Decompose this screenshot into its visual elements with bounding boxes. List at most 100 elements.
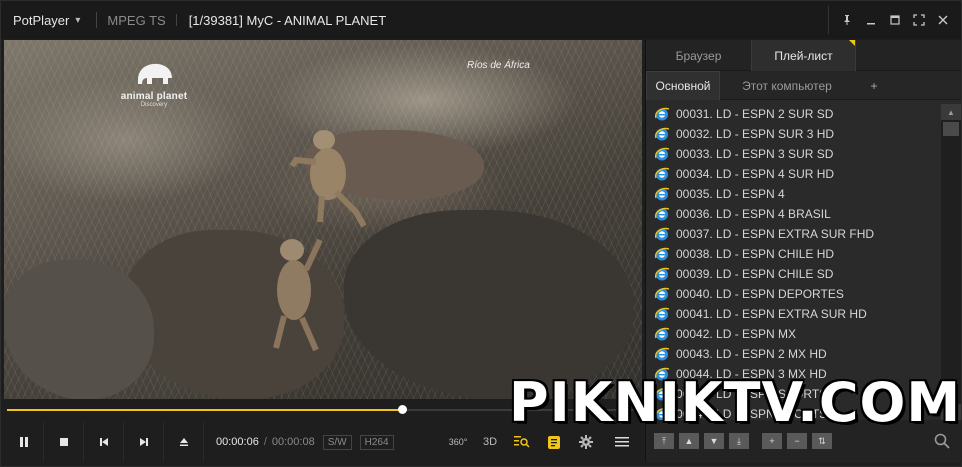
ie-icon: [655, 147, 670, 161]
player-window: PotPlayer ▾ MPEG TS [1/39381] MyC - ANIM…: [0, 0, 962, 467]
stop-button[interactable]: [44, 422, 84, 462]
list-item-label: 00032. LD - ESPN SUR 3 HD: [676, 127, 835, 141]
logo-name: animal planet: [120, 91, 188, 102]
format-label: MPEG TS: [107, 12, 166, 28]
ie-icon: [655, 247, 670, 261]
hamburger-icon: [615, 437, 629, 447]
pin-icon[interactable]: [835, 8, 859, 32]
list-item-label: 00039. LD - ESPN CHILE SD: [676, 267, 834, 281]
list-item[interactable]: 00043. LD - ESPN 2 MX HD: [646, 344, 942, 364]
previous-button[interactable]: [84, 422, 124, 462]
scroll-thumb[interactable]: [943, 122, 959, 136]
subtitle-icon: [548, 435, 560, 449]
tab-playlist[interactable]: Плей-лист: [751, 40, 856, 71]
ie-icon: [655, 347, 670, 361]
minimize-icon[interactable]: [859, 8, 883, 32]
eject-icon: [179, 438, 188, 446]
vr-360-button[interactable]: 360°: [442, 422, 474, 462]
list-item-label: 00031. LD - ESPN 2 SUR SD: [676, 107, 834, 121]
list-item[interactable]: 00035. LD - ESPN 4: [646, 184, 942, 204]
sort-icon[interactable]: ⇅: [812, 433, 832, 449]
list-item-label: 00038. LD - ESPN CHILE HD: [676, 247, 835, 261]
logo-sub: Discovery: [140, 102, 168, 108]
pause-button[interactable]: [4, 422, 44, 462]
panel-tabs: Браузер Плей-лист: [646, 40, 961, 71]
site-watermark: PIKNIKTV.COM: [509, 371, 962, 434]
channel-logo: animal planet Discovery: [114, 60, 194, 108]
list-item[interactable]: 00040. LD - ESPN DEPORTES: [646, 284, 942, 304]
eject-button[interactable]: [164, 422, 204, 462]
list-item[interactable]: 00041. LD - ESPN EXTRA SUR HD: [646, 304, 942, 324]
list-item[interactable]: 00038. LD - ESPN CHILE HD: [646, 244, 942, 264]
list-item-label: 00034. LD - ESPN 4 SUR HD: [676, 167, 835, 181]
baboon-upper: [289, 130, 367, 228]
list-item[interactable]: 00036. LD - ESPN 4 BRASIL: [646, 204, 942, 224]
list-item[interactable]: 00032. LD - ESPN SUR 3 HD: [646, 124, 942, 144]
list-item-label: 00040. LD - ESPN DEPORTES: [676, 287, 844, 301]
list-item[interactable]: 00042. LD - ESPN MX: [646, 324, 942, 344]
app-menu-button[interactable]: PotPlayer ▾: [1, 1, 90, 39]
chevron-down-icon: ▾: [75, 14, 81, 26]
add-item-icon[interactable]: +: [762, 433, 782, 449]
divider: [96, 12, 98, 28]
search-icon[interactable]: [934, 433, 950, 449]
sw-decoder-badge[interactable]: S/W: [322, 434, 352, 450]
app-name: PotPlayer: [13, 12, 70, 28]
ie-icon: [655, 307, 670, 321]
codec-badge[interactable]: H264: [359, 434, 394, 450]
ie-icon: [655, 187, 670, 201]
ie-icon: [655, 167, 670, 181]
3d-label: 3D: [482, 436, 498, 448]
divider: [175, 14, 177, 26]
move-down-icon[interactable]: ▼: [704, 433, 724, 449]
move-bottom-icon[interactable]: ⤓: [729, 433, 749, 449]
move-up-icon[interactable]: ▲: [679, 433, 699, 449]
add-tab-button[interactable]: +: [854, 71, 894, 100]
ie-icon: [655, 127, 670, 141]
ie-icon: [655, 107, 670, 121]
move-top-icon[interactable]: ⤒: [654, 433, 674, 449]
title-bar: PotPlayer ▾ MPEG TS [1/39381] MyC - ANIM…: [1, 1, 961, 39]
vr-360-label: 360°: [448, 437, 468, 447]
scroll-up-icon[interactable]: ▲: [941, 104, 961, 120]
next-button[interactable]: [124, 422, 164, 462]
list-item-label: 00036. LD - ESPN 4 BRASIL: [676, 207, 831, 221]
time-separator: /: [263, 436, 267, 448]
current-time: 00:00:06: [216, 436, 259, 448]
list-item[interactable]: 00037. LD - ESPN EXTRA SUR FHD: [646, 224, 942, 244]
ie-icon: [655, 267, 670, 281]
stop-icon: [59, 438, 68, 446]
list-item-label: 00042. LD - ESPN MX: [676, 327, 797, 341]
subtab-main[interactable]: Основной: [646, 71, 720, 100]
list-item-label: 00037. LD - ESPN EXTRA SUR FHD: [676, 227, 875, 241]
window-title: [1/39381] MyC - ANIMAL PLANET: [188, 12, 387, 28]
list-item-label: 00041. LD - ESPN EXTRA SUR HD: [676, 307, 867, 321]
fullscreen-icon[interactable]: [907, 8, 931, 32]
ie-icon: [655, 327, 670, 341]
playlist-subtabs: Основной Этот компьютер +: [646, 71, 961, 100]
gear-icon: [579, 435, 593, 449]
remove-item-icon[interactable]: −: [787, 433, 807, 449]
list-item-label: 00033. LD - ESPN 3 SUR SD: [676, 147, 834, 161]
3d-button[interactable]: 3D: [474, 422, 506, 462]
list-search-icon: [514, 436, 530, 448]
seek-progress: [7, 409, 402, 411]
ie-icon: [655, 287, 670, 301]
list-item[interactable]: 00039. LD - ESPN CHILE SD: [646, 264, 942, 284]
ie-icon: [655, 227, 670, 241]
window-controls: [828, 1, 961, 39]
list-item[interactable]: 00033. LD - ESPN 3 SUR SD: [646, 144, 942, 164]
seek-handle[interactable]: [398, 405, 407, 414]
list-item[interactable]: 00031. LD - ESPN 2 SUR SD: [646, 104, 942, 124]
close-icon[interactable]: [931, 8, 955, 32]
video-frame[interactable]: animal planet Discovery Ríos de África: [4, 40, 642, 399]
previous-icon: [99, 438, 108, 446]
tab-browser[interactable]: Браузер: [646, 40, 751, 71]
maximize-icon[interactable]: [883, 8, 907, 32]
list-item[interactable]: 00034. LD - ESPN 4 SUR HD: [646, 164, 942, 184]
subtab-this-computer[interactable]: Этот компьютер: [720, 71, 854, 100]
pause-icon: [19, 437, 28, 447]
elephant-logo-icon: [114, 60, 194, 91]
list-item-label: 00035. LD - ESPN 4: [676, 187, 785, 201]
baboon-lower: [273, 238, 323, 352]
